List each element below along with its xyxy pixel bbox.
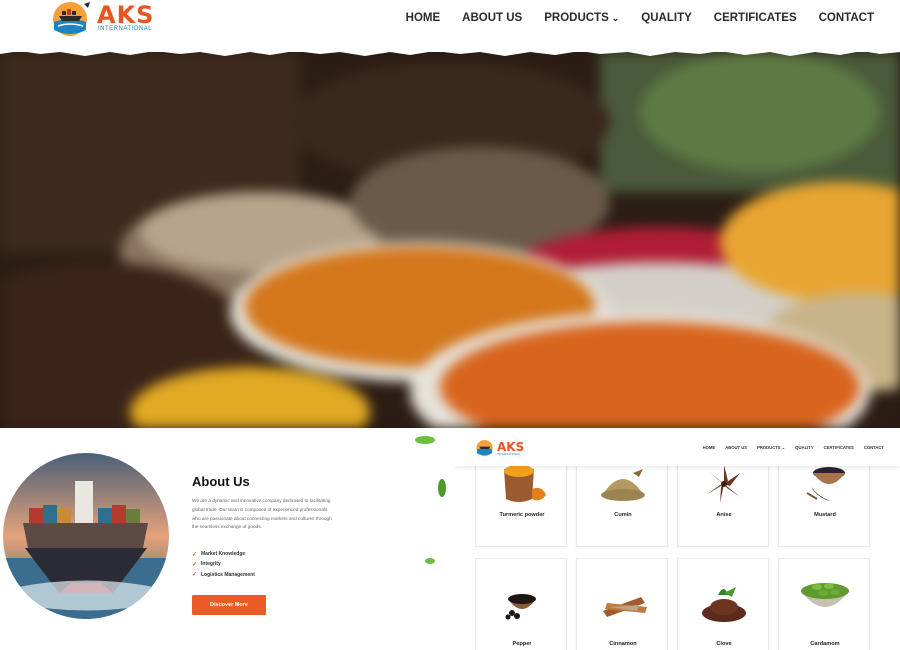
cargo-ship-image bbox=[3, 453, 169, 619]
preview-brand-logo[interactable]: AKS INTERNATIONAL bbox=[475, 439, 535, 459]
leaf-icon bbox=[438, 479, 446, 497]
bullet-label: Logistics Management bbox=[201, 571, 255, 578]
star-anise-image bbox=[678, 459, 770, 519]
preview-header: AKS INTERNATIONAL HOME ABOUT US PRODUCTS… bbox=[455, 428, 900, 466]
nav-products[interactable]: PRODUCTS ⌄ bbox=[533, 10, 630, 26]
list-item: ✓ Market Knowledge bbox=[192, 549, 255, 559]
preview-nav-quality[interactable]: QUALITY bbox=[790, 445, 818, 451]
main-nav: HOME ABOUT US PRODUCTS ⌄ QUALITY CERTIFIC… bbox=[395, 10, 885, 26]
nav-label: CERTIFICATES bbox=[713, 12, 797, 24]
product-card-pepper[interactable]: Pepper bbox=[475, 558, 567, 650]
brand-name: AKS bbox=[97, 1, 155, 29]
hero-spice-image bbox=[0, 52, 900, 428]
product-name: Cumin bbox=[614, 512, 632, 518]
brand-logo[interactable]: AKS INTERNATIONAL bbox=[50, 0, 170, 40]
chevron-down-icon: ⌄ bbox=[781, 445, 786, 450]
about-title: About Us bbox=[192, 474, 250, 489]
product-card-cardamom[interactable]: Cardamom bbox=[778, 558, 870, 650]
about-description: We are a dynamic and innovative company … bbox=[192, 498, 332, 530]
mustard-image bbox=[779, 459, 871, 519]
preview-nav-home[interactable]: HOME bbox=[698, 445, 721, 451]
preview-nav-products[interactable]: PRODUCTS ⌄ bbox=[752, 445, 790, 451]
pepper-image bbox=[476, 579, 568, 639]
nav-certificates[interactable]: CERTIFICATES bbox=[703, 10, 808, 26]
brand-tagline: INTERNATIONAL bbox=[98, 26, 153, 32]
about-section: About Us We are a dynamic and innovative… bbox=[0, 428, 450, 650]
product-card-clove[interactable]: Clove bbox=[677, 558, 769, 650]
nav-about-us[interactable]: ABOUT US bbox=[451, 10, 533, 26]
bullet-label: Market Knowledge bbox=[201, 551, 246, 558]
preview-nav-about-us[interactable]: ABOUT US bbox=[720, 445, 752, 451]
nav-label: ABOUT US bbox=[462, 12, 523, 24]
preview-brand-tagline: INTERNATIONAL bbox=[497, 452, 521, 456]
nav-label: PRODUCTS bbox=[544, 12, 609, 24]
product-name: Cinnamon bbox=[609, 641, 637, 647]
nav-home[interactable]: HOME bbox=[395, 10, 452, 26]
product-name: Mustard bbox=[814, 512, 836, 518]
preview-nav-label: PRODUCTS bbox=[757, 445, 781, 450]
product-name: Clove bbox=[716, 641, 732, 647]
cumin-image bbox=[577, 459, 669, 519]
cardamom-image bbox=[779, 573, 871, 633]
turmeric-image bbox=[476, 459, 568, 519]
products-page-preview: AKS INTERNATIONAL HOME ABOUT US PRODUCTS… bbox=[455, 428, 900, 650]
chevron-down-icon: ⌄ bbox=[611, 13, 620, 23]
product-card-cinnamon[interactable]: Cinnamon bbox=[576, 558, 668, 650]
product-name: Anise bbox=[716, 512, 732, 518]
ship-logo-icon bbox=[476, 439, 493, 457]
checkmark-icon: ✓ bbox=[192, 551, 198, 558]
leaf-icon bbox=[415, 436, 435, 444]
product-name: Cardamom bbox=[810, 641, 840, 647]
discover-more-button[interactable]: Discover More bbox=[192, 595, 266, 615]
preview-nav-contact[interactable]: CONTACT bbox=[859, 445, 889, 451]
nav-quality[interactable]: QUALITY bbox=[630, 10, 702, 26]
clove-image bbox=[678, 579, 770, 639]
product-name: Pepper bbox=[512, 641, 532, 647]
checkmark-icon: ✓ bbox=[192, 572, 198, 579]
nav-label: HOME bbox=[405, 12, 441, 24]
ship-logo-icon bbox=[53, 2, 90, 36]
torn-paper-edge bbox=[0, 44, 900, 56]
preview-nav: HOME ABOUT US PRODUCTS ⌄ QUALITY CERTIFI… bbox=[698, 445, 889, 451]
about-bullets: ✓ Market Knowledge ✓ Integrity ✓ Logistics … bbox=[192, 549, 255, 580]
checkmark-icon: ✓ bbox=[192, 561, 198, 568]
bullet-label: Integrity bbox=[201, 561, 221, 568]
nav-contact[interactable]: CONTACT bbox=[808, 10, 885, 26]
product-name: Turmeric powder bbox=[499, 512, 545, 518]
nav-label: CONTACT bbox=[818, 12, 874, 24]
nav-label: QUALITY bbox=[641, 12, 692, 24]
leaf-icon bbox=[425, 558, 435, 564]
preview-nav-certificates[interactable]: CERTIFICATES bbox=[819, 445, 859, 451]
cinnamon-image bbox=[577, 579, 669, 639]
list-item: ✓ Integrity bbox=[192, 559, 255, 569]
list-item: ✓ Logistics Management bbox=[192, 570, 255, 580]
